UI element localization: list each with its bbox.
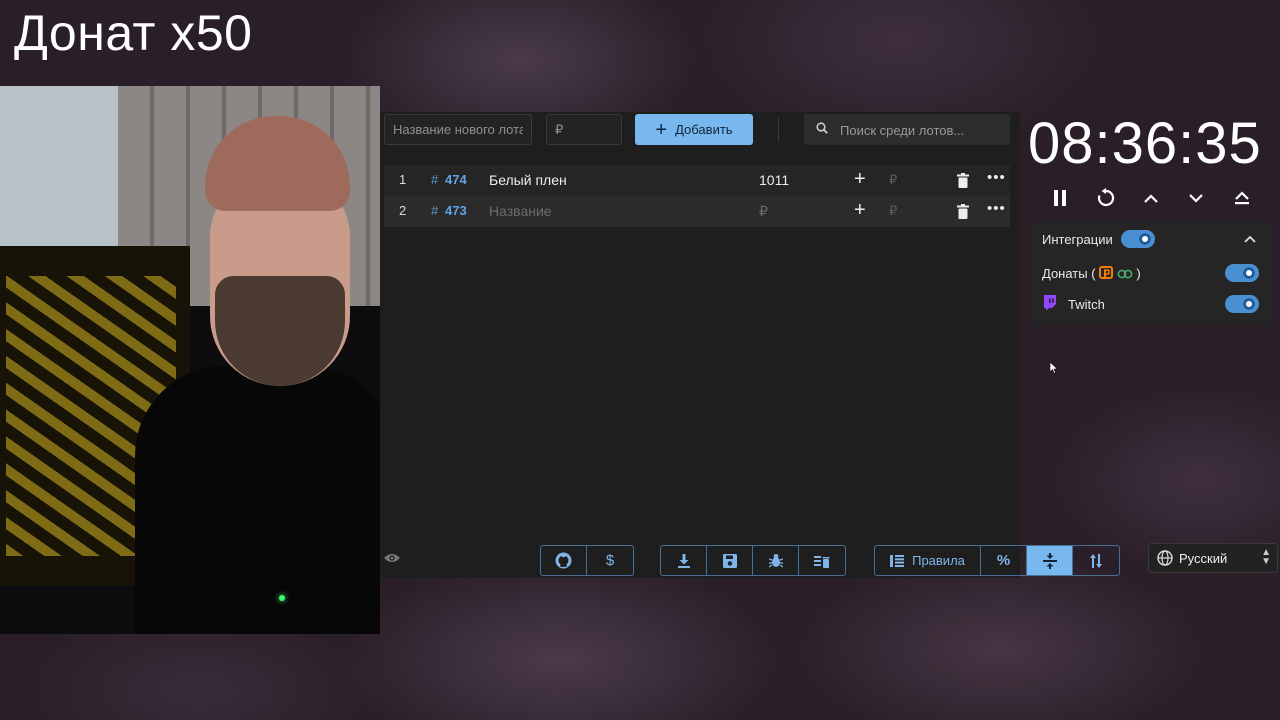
clear-list-icon [814,555,830,568]
rules-icon [890,554,905,567]
twitch-toggle[interactable] [1225,295,1259,313]
lot-extra-amount[interactable]: ₽ [889,172,897,188]
add-lot-label: Добавить [675,122,733,137]
collapse-chevron-icon[interactable] [1244,235,1256,243]
rules-button[interactable]: Правила [875,546,981,575]
donations-toggle[interactable] [1225,264,1259,282]
auction-panel: + Добавить 1 # 474 Белый плен 1011 + ₽ •… [380,112,1120,578]
lot-amount[interactable]: 1011 [759,172,789,188]
timer-controls [1046,184,1276,212]
lot-amount[interactable]: ₽ [759,203,768,220]
bug-icon [768,554,783,568]
lot-index: 2 [399,203,407,218]
save-icon [722,553,737,568]
link-icon [1117,269,1133,279]
download-icon [677,553,690,568]
file-group [660,545,846,576]
trash-icon[interactable] [957,173,969,188]
select-arrows-icon: ▲ ▼ [1261,547,1271,567]
percent-icon: % [996,552,1011,569]
lot-extra-amount[interactable]: ₽ [889,203,897,219]
dollar-icon: $ [605,552,615,569]
donations-label: Донаты ( ) [1042,266,1141,281]
reduce-time-button[interactable] [1182,184,1210,212]
lot-id[interactable]: 474 [445,172,467,187]
language-select[interactable]: Русский ▲ ▼ [1148,543,1278,573]
lot-row: 1 # 474 Белый плен 1011 + ₽ ••• [384,165,1010,196]
integrations-panel: Интеграции Донаты ( ) Twitch [1030,221,1272,325]
pause-icon [1054,190,1066,206]
lot-index: 1 [399,172,407,187]
lot-toolbar: + Добавить [380,112,1020,148]
pause-button[interactable] [1046,184,1074,212]
compact-view-button[interactable] [1027,546,1073,575]
integrations-header: Интеграции [1042,232,1113,247]
bottom-toolbar: $ Правила % [380,544,1120,578]
download-button[interactable] [661,546,707,575]
webcam-feed [0,86,380,634]
bug-report-button[interactable] [753,546,799,575]
rules-label: Правила [912,553,965,568]
lot-row: 2 # 473 Название ₽ + ₽ ••• [384,196,1010,227]
cam-led [279,595,285,601]
lot-search-input[interactable] [838,114,1010,147]
donationalerts-icon [1099,266,1114,279]
twitch-icon [1044,295,1056,310]
eject-button[interactable] [1228,184,1256,212]
lot-hash: # [431,203,439,218]
add-lot-button[interactable]: + Добавить [635,114,753,145]
eject-icon [1235,191,1249,205]
auction-timer: 08:36:35 [1028,111,1262,176]
chevron-down-icon [1189,193,1203,203]
integrations-toggle[interactable] [1121,230,1155,248]
compress-icon [1042,552,1057,569]
twitch-label: Twitch [1068,297,1105,312]
restart-icon [1097,188,1115,207]
cam-window [0,86,118,246]
donations-label-suffix: ) [1136,266,1141,281]
trash-icon[interactable] [957,204,969,219]
view-group: Правила % [874,545,1120,576]
save-button[interactable] [707,546,753,575]
lot-search [804,114,1010,147]
language-value: Русский [1179,551,1228,566]
github-icon [555,552,572,569]
sort-button[interactable] [1073,546,1119,575]
add-time-button[interactable] [1137,184,1165,212]
eye-icon[interactable] [384,552,400,564]
lot-id[interactable]: 473 [445,203,467,218]
restart-button[interactable] [1092,184,1120,212]
percent-button[interactable]: % [981,546,1027,575]
github-button[interactable] [541,546,587,575]
globe-icon [1157,550,1173,566]
add-amount-icon[interactable]: + [854,199,866,222]
lot-name[interactable]: Название [489,203,552,219]
donate-button[interactable]: $ [587,546,633,575]
clear-list-button[interactable] [799,546,845,575]
search-icon [816,122,828,134]
new-lot-name-input[interactable] [384,114,532,145]
links-group: $ [540,545,634,576]
mouse-cursor-icon [1050,362,1058,374]
add-amount-icon[interactable]: + [854,168,866,191]
stream-title-overlay: Донат x50 [14,5,253,61]
chevron-up-icon [1144,193,1158,203]
sort-icon [1090,553,1102,568]
more-icon[interactable]: ••• [987,200,1006,217]
lot-name[interactable]: Белый плен [489,172,567,188]
donations-label-text: Донаты ( [1042,266,1096,281]
cam-person [135,116,380,634]
lot-hash: # [431,172,439,187]
more-icon[interactable]: ••• [987,169,1006,186]
plus-icon: + [655,118,668,141]
toolbar-divider [778,118,779,142]
new-lot-amount-input[interactable] [546,114,622,145]
